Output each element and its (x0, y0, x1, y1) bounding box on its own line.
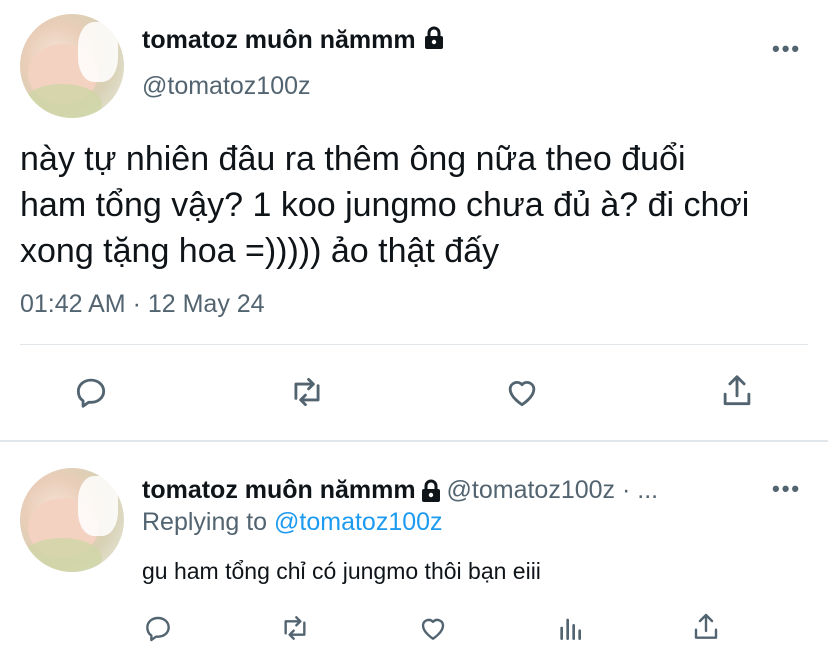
main-tweet-line: này tự nhiên đâu ra thêm ông nữa theo đu… (20, 140, 686, 178)
share-icon[interactable] (690, 610, 722, 644)
main-avatar[interactable] (20, 14, 124, 118)
like-icon[interactable] (416, 612, 450, 644)
reply-tweet-text: gu ham tổng chỉ có jungmo thôi bạn eiii (142, 558, 541, 584)
views-icon[interactable] (555, 612, 587, 644)
replying-to-handle[interactable]: @tomatoz100z (274, 508, 443, 536)
main-tweet-line: xong tặng hoa =))))) ảo thật đấy (20, 232, 500, 270)
section-separator (0, 440, 828, 442)
reply-icon[interactable] (142, 612, 174, 644)
like-icon[interactable] (502, 373, 542, 411)
divider (20, 344, 808, 345)
more-icon[interactable]: ••• (772, 36, 801, 62)
reply-icon[interactable] (72, 373, 110, 411)
lock-icon (420, 479, 442, 508)
main-timestamp[interactable]: 01:42 AM · 12 May 24 (20, 290, 265, 319)
reply-avatar[interactable] (20, 468, 124, 572)
main-tweet-line: ham tổng vậy? 1 koo jungmo chưa đủ à? đi… (20, 186, 750, 224)
retweet-icon[interactable] (278, 612, 312, 644)
main-handle[interactable]: @tomatoz100z (142, 72, 311, 101)
replying-to: Replying to @tomatoz100z (142, 508, 443, 537)
main-display-name-text[interactable]: tomatoz muôn nămmm (142, 26, 416, 54)
main-tweet-text: này tự nhiên đâu ra thêm ông nữa theo đu… (20, 136, 820, 274)
reply-display-name[interactable]: tomatoz muôn nămmm (142, 476, 416, 504)
lock-icon (423, 26, 445, 57)
replying-to-label: Replying to (142, 508, 275, 536)
reply-handle-time[interactable]: @tomatoz100z · ... (447, 476, 659, 504)
main-display-name[interactable]: tomatoz muôn nămmm (142, 26, 445, 57)
more-icon[interactable]: ••• (772, 476, 801, 502)
retweet-icon[interactable] (287, 373, 327, 411)
share-icon[interactable] (718, 371, 756, 411)
reply-header: tomatoz muôn nămmm @tomatoz100z · ... (142, 476, 658, 508)
